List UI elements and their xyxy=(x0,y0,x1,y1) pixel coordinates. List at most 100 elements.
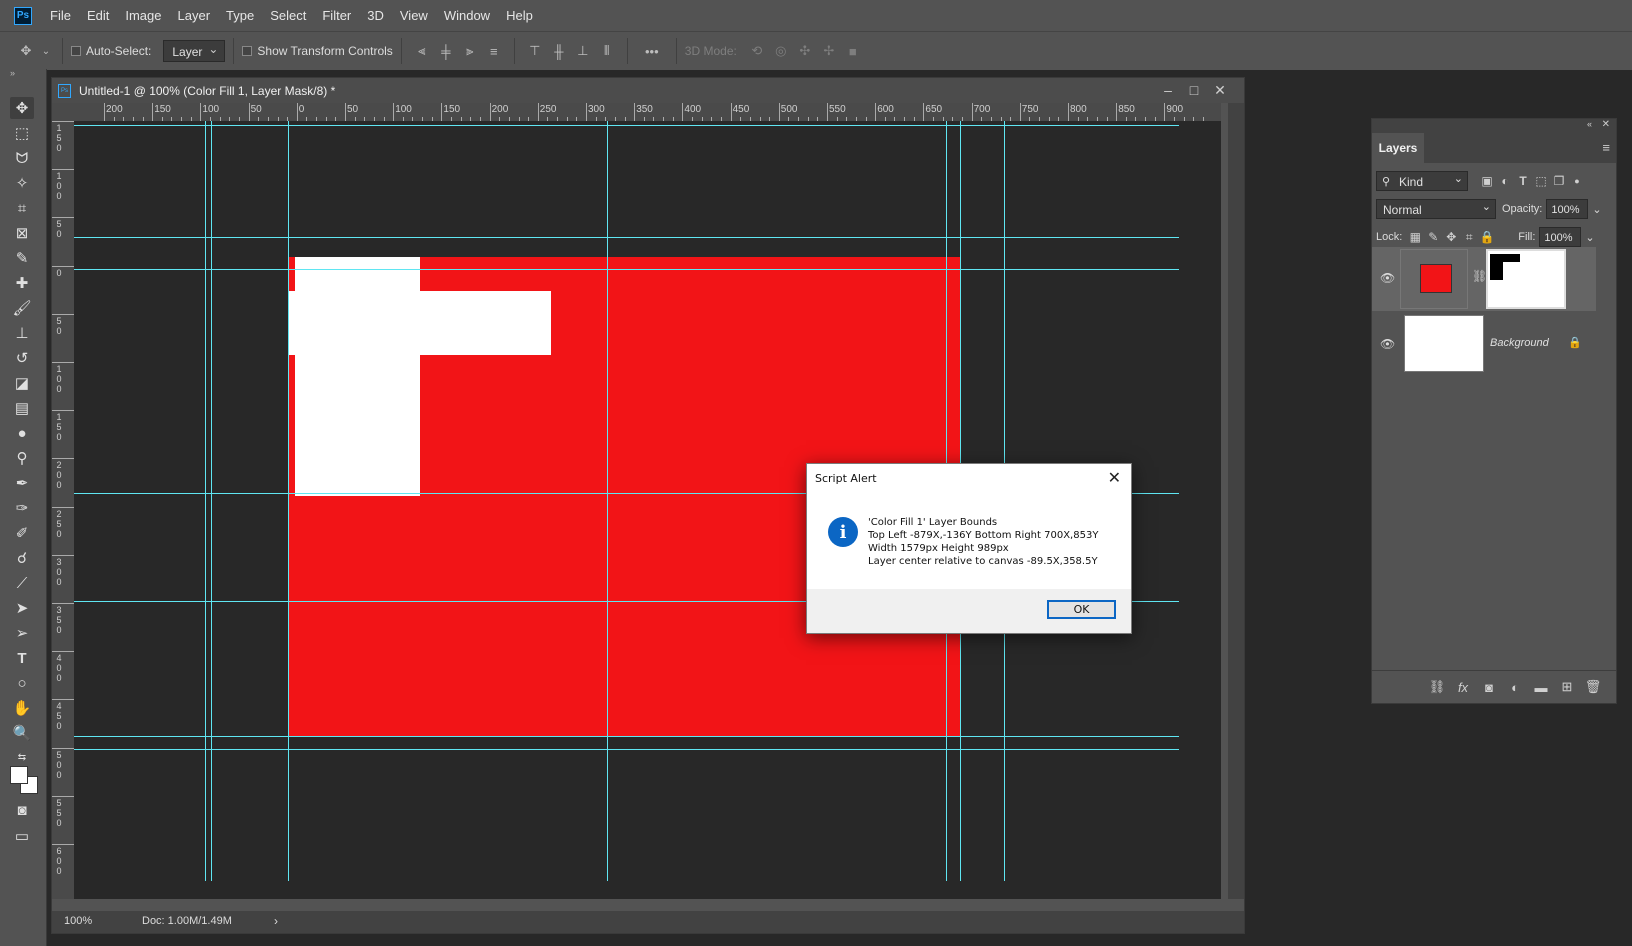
curvature-pen-tool-icon[interactable]: ✐ xyxy=(10,522,34,544)
align-bottom-icon[interactable]: ⊥ xyxy=(574,42,592,60)
3d-scale-icon[interactable]: ■ xyxy=(844,42,862,60)
delete-layer-icon[interactable]: 🗑 xyxy=(1580,677,1606,697)
fx-icon[interactable]: fx xyxy=(1450,677,1476,697)
layer-row-color-fill[interactable]: 👁 ⛓ xyxy=(1372,247,1596,311)
visibility-eye-icon[interactable]: 👁 xyxy=(1380,271,1395,285)
dialog-close-icon[interactable]: ✕ xyxy=(1108,468,1121,487)
history-brush-tool-icon[interactable]: ↺ xyxy=(10,347,34,369)
menu-edit[interactable]: Edit xyxy=(79,0,117,31)
dodge-tool-icon[interactable]: ⚲ xyxy=(10,447,34,469)
screen-mode-icon[interactable]: ▭ xyxy=(10,825,34,847)
close-icon[interactable]: ✕ xyxy=(1210,80,1230,100)
eyedropper-tool-icon[interactable]: ✎ xyxy=(10,247,34,269)
brush-tool-icon[interactable]: 🖌 xyxy=(10,297,34,319)
ruler-vertical[interactable]: 1 5 0 1 0 0 5 0 0 5 0 1 0 0 1 5 0 2 0 0 2 5 0 3 0… xyxy=(52,121,74,899)
lock-all-icon[interactable]: 🔒 xyxy=(1478,228,1496,246)
healing-brush-tool-icon[interactable]: ✚ xyxy=(10,272,34,294)
auto-select-checkbox[interactable] xyxy=(71,46,81,56)
minimize-icon[interactable]: – xyxy=(1158,80,1178,100)
marquee-tool-icon[interactable]: ⬚ xyxy=(10,122,34,144)
freeform-pen-tool-icon[interactable]: ✑ xyxy=(10,497,34,519)
ok-button[interactable]: OK xyxy=(1047,600,1116,619)
ellipse-tool-icon[interactable]: ○ xyxy=(10,672,34,694)
move-tool-preset-icon[interactable]: ✥ xyxy=(17,42,35,60)
filter-shape-icon[interactable]: ⬚ xyxy=(1532,172,1550,190)
blend-mode-dropdown[interactable]: Normal ⌄ xyxy=(1376,199,1496,219)
3d-pan-icon[interactable]: ✣ xyxy=(796,42,814,60)
status-menu-arrow-icon[interactable]: › xyxy=(274,914,278,928)
align-top-icon[interactable]: ⊤ xyxy=(526,42,544,60)
layer-lock-icon[interactable]: 🔒 xyxy=(1568,336,1582,349)
lasso-tool-icon[interactable]: ᗢ xyxy=(10,147,34,169)
add-mask-icon[interactable]: ◙ xyxy=(1476,677,1502,697)
menu-help[interactable]: Help xyxy=(498,0,541,31)
adjustment-layer-icon[interactable]: ◐ xyxy=(1502,677,1528,697)
fill-input[interactable]: 100% xyxy=(1539,227,1582,247)
line-tool-icon[interactable]: ⟋ xyxy=(10,572,34,594)
new-layer-icon[interactable]: ⊞ xyxy=(1554,677,1580,697)
align-vcenter-icon[interactable]: ╫ xyxy=(550,42,568,60)
menu-window[interactable]: Window xyxy=(436,0,498,31)
hand-tool-icon[interactable]: ✋ xyxy=(10,697,34,719)
show-transform-checkbox[interactable] xyxy=(242,46,253,56)
maximize-icon[interactable]: □ xyxy=(1184,80,1204,100)
distribute-vertical-icon[interactable]: ⦀ xyxy=(598,42,616,60)
menu-view[interactable]: View xyxy=(392,0,436,31)
blur-tool-icon[interactable]: ● xyxy=(10,422,34,444)
3d-orbit-icon[interactable]: ⟲ xyxy=(748,42,766,60)
more-options-icon[interactable]: ••• xyxy=(639,42,665,60)
collapse-icon[interactable]: « xyxy=(1587,119,1592,129)
eraser-tool-icon[interactable]: ◪ xyxy=(10,372,34,394)
3d-slide-icon[interactable]: ✢ xyxy=(820,42,838,60)
direct-selection-tool-icon[interactable]: ➢ xyxy=(10,622,34,644)
collapse-panel-icon[interactable]: » xyxy=(10,68,15,78)
gradient-tool-icon[interactable]: ▤ xyxy=(10,397,34,419)
frame-tool-icon[interactable]: ⊠ xyxy=(10,222,34,244)
default-colors-icon[interactable]: ⇆ xyxy=(10,746,34,768)
ruler-origin[interactable] xyxy=(52,103,74,121)
distribute-icon[interactable]: ≡ xyxy=(485,42,503,60)
vertical-scrollbar[interactable] xyxy=(1228,103,1244,899)
menu-file[interactable]: File xyxy=(42,0,79,31)
auto-select-dropdown[interactable]: Layer xyxy=(163,38,226,62)
content-aware-tool-icon[interactable]: ☌ xyxy=(10,547,34,569)
tab-layers[interactable]: Layers xyxy=(1372,133,1424,163)
path-selection-tool-icon[interactable]: ➤ xyxy=(10,597,34,619)
zoom-tool-icon[interactable]: 🔍 xyxy=(10,722,34,744)
panel-menu-icon[interactable]: ≡ xyxy=(1602,140,1610,155)
foreground-color-swatch[interactable] xyxy=(10,766,28,784)
new-group-icon[interactable]: ▬ xyxy=(1528,677,1554,697)
quick-mask-icon[interactable]: ◙ xyxy=(10,799,34,821)
filter-smart-object-icon[interactable]: ❐ xyxy=(1550,172,1568,190)
menu-type[interactable]: Type xyxy=(218,0,262,31)
zoom-level[interactable]: 100% xyxy=(64,915,92,927)
mask-link-icon[interactable]: ⛓ xyxy=(1472,269,1487,283)
lock-pixels-icon[interactable]: ✎ xyxy=(1424,228,1442,246)
fill-layer-thumbnail[interactable] xyxy=(1400,249,1468,309)
layer-mask-thumbnail[interactable] xyxy=(1486,249,1566,309)
document-title-bar[interactable]: Ps Untitled-1 @ 100% (Color Fill 1, Laye… xyxy=(52,78,1244,103)
menu-3d[interactable]: 3D xyxy=(359,0,392,31)
lock-position-icon[interactable]: ✥ xyxy=(1442,228,1460,246)
panel-close-icon[interactable]: ✕ xyxy=(1602,119,1610,130)
pen-tool-icon[interactable]: ✒ xyxy=(10,472,34,494)
opacity-input[interactable]: 100% xyxy=(1546,199,1589,219)
move-tool-icon[interactable]: ✥ xyxy=(10,97,34,119)
align-left-icon[interactable]: ⫷ xyxy=(413,42,431,60)
kind-filter-dropdown[interactable]: ⚲ Kind ⌄ xyxy=(1376,171,1468,191)
menu-filter[interactable]: Filter xyxy=(314,0,359,31)
type-tool-icon[interactable]: T xyxy=(10,647,34,669)
opacity-chevron-icon[interactable]: ⌄ xyxy=(1592,203,1601,216)
menu-image[interactable]: Image xyxy=(117,0,169,31)
3d-roll-icon[interactable]: ◎ xyxy=(772,42,790,60)
lock-transparent-icon[interactable]: ▦ xyxy=(1406,228,1424,246)
align-hcenter-icon[interactable]: ╪ xyxy=(437,42,455,60)
ruler-horizontal[interactable]: 200 150 100 50 0 50 100 150 200 250 300 350 400 450 50… xyxy=(74,103,1221,121)
fill-chevron-icon[interactable]: ⌄ xyxy=(1585,231,1594,244)
menu-select[interactable]: Select xyxy=(262,0,314,31)
filter-pixel-icon[interactable]: ▣ xyxy=(1478,172,1496,190)
align-right-icon[interactable]: ⫸ xyxy=(461,42,479,60)
filter-toggle-icon[interactable]: ● xyxy=(1568,172,1586,190)
chevron-down-icon[interactable]: ⌄ xyxy=(41,42,51,60)
photoshop-logo-icon[interactable]: Ps xyxy=(14,6,32,25)
